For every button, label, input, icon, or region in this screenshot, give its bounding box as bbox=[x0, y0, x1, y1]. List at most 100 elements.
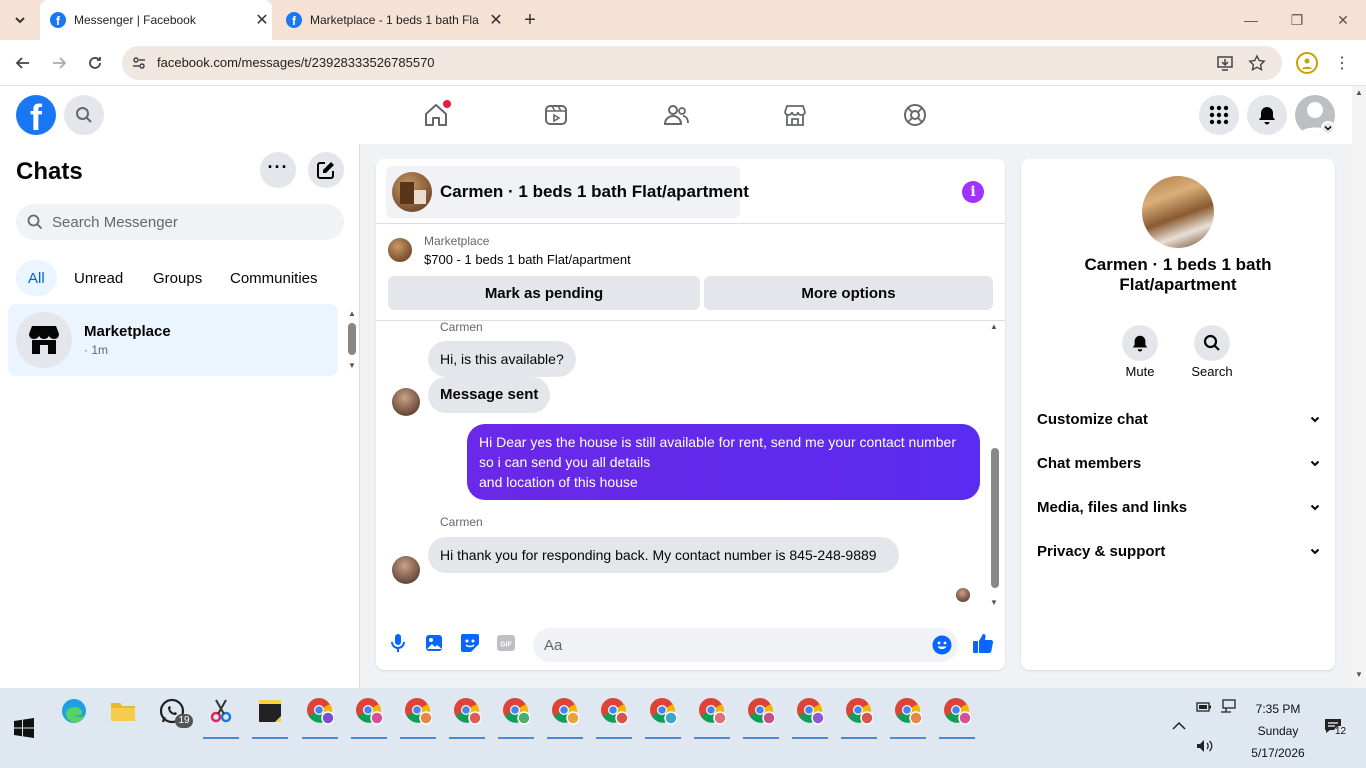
like-button[interactable] bbox=[971, 631, 995, 655]
listing-thumbnail[interactable] bbox=[388, 238, 412, 262]
restore-button[interactable]: ❐ bbox=[1274, 0, 1320, 40]
notifications-button[interactable] bbox=[1247, 95, 1287, 135]
marketplace-avatar bbox=[16, 312, 72, 368]
chat-members-section[interactable]: Chat members bbox=[1037, 443, 1321, 483]
message-bubble-incoming[interactable]: Hi thank you for responding back. My con… bbox=[428, 537, 899, 573]
taskbar-chrome-profile-1[interactable] bbox=[305, 696, 335, 726]
media-files-links-section[interactable]: Media, files and links bbox=[1037, 487, 1321, 527]
clock-date: 5/17/2026 bbox=[1251, 746, 1305, 760]
battery-icon bbox=[1196, 702, 1211, 712]
page-scrollbar[interactable]: ▲ ▼ bbox=[1352, 86, 1366, 688]
nav-marketplace[interactable] bbox=[780, 100, 810, 130]
listing-title[interactable]: $700 - 1 beds 1 bath Flat/apartment bbox=[424, 252, 631, 267]
message-bubble-outgoing[interactable]: Hi Dear yes the house is still available… bbox=[467, 424, 980, 500]
message-bubble-status[interactable]: Message sent bbox=[428, 377, 551, 413]
show-hidden-icons-button[interactable] bbox=[1172, 718, 1186, 736]
taskbar-chrome-profile-3[interactable] bbox=[403, 696, 433, 726]
message-bubble-incoming[interactable]: Hi, is this available? bbox=[428, 341, 576, 377]
message-scrollbar[interactable]: ▲ ▼ bbox=[990, 322, 1002, 612]
attach-media-button[interactable] bbox=[422, 631, 446, 655]
taskbar-sticky-notes[interactable] bbox=[255, 696, 285, 726]
taskbar-file-explorer[interactable] bbox=[108, 696, 138, 726]
browser-menu-button[interactable]: ⋮ bbox=[1334, 52, 1350, 74]
network-icon bbox=[1221, 699, 1236, 713]
mute-label: Mute bbox=[1125, 364, 1155, 379]
close-tab-icon[interactable]: ✕ bbox=[486, 10, 506, 30]
chats-title: Chats bbox=[16, 158, 83, 185]
taskbar-chrome-profile-10[interactable] bbox=[746, 696, 776, 726]
more-options-button[interactable]: More options bbox=[704, 276, 993, 310]
forward-button[interactable] bbox=[47, 51, 71, 75]
privacy-support-section[interactable]: Privacy & support bbox=[1037, 531, 1321, 571]
tab-search-button[interactable] bbox=[10, 10, 30, 30]
customize-chat-section[interactable]: Customize chat bbox=[1037, 399, 1321, 439]
reload-button[interactable] bbox=[83, 51, 107, 75]
menu-button[interactable] bbox=[1199, 95, 1239, 135]
contact-profile-picture[interactable] bbox=[1142, 176, 1214, 248]
new-message-button[interactable] bbox=[308, 152, 344, 188]
chrome-icon bbox=[944, 698, 971, 725]
site-settings-icon bbox=[133, 57, 145, 69]
minimize-button[interactable]: — bbox=[1228, 0, 1274, 40]
message-input[interactable]: Aa bbox=[533, 628, 958, 662]
facebook-search-button[interactable] bbox=[64, 95, 104, 135]
taskbar-chrome-profile-12[interactable] bbox=[844, 696, 874, 726]
taskbar-chrome-profile-2[interactable] bbox=[354, 696, 384, 726]
taskbar-chrome-profile-7[interactable] bbox=[599, 696, 629, 726]
chrome-icon bbox=[895, 698, 922, 725]
volume-tray-icon[interactable] bbox=[1196, 739, 1214, 758]
mute-button[interactable] bbox=[1122, 325, 1158, 361]
mark-as-pending-button[interactable]: Mark as pending bbox=[388, 276, 700, 310]
filter-all[interactable]: All bbox=[16, 260, 57, 296]
back-button[interactable] bbox=[11, 51, 35, 75]
install-app-icon[interactable] bbox=[1216, 54, 1234, 72]
account-dropdown-badge[interactable] bbox=[1321, 121, 1335, 135]
chat-item-marketplace[interactable]: Marketplace · 1m bbox=[8, 304, 338, 376]
sticker-button[interactable] bbox=[458, 631, 482, 655]
start-button[interactable] bbox=[14, 718, 34, 743]
filter-communities[interactable]: Communities bbox=[218, 260, 330, 296]
taskbar-chrome-profile-9[interactable] bbox=[697, 696, 727, 726]
facebook-logo[interactable]: f bbox=[16, 95, 56, 135]
nav-friends[interactable] bbox=[661, 100, 691, 130]
conversation-header[interactable]: Carmen · 1 beds 1 bath Flat/apartment bbox=[386, 166, 749, 218]
tab-messenger[interactable]: f Messenger | Facebook ✕ bbox=[40, 0, 272, 40]
taskbar-chrome-profile-8[interactable] bbox=[648, 696, 678, 726]
taskbar-whatsapp[interactable]: 19 bbox=[157, 696, 193, 728]
taskbar-chrome-profile-13[interactable] bbox=[893, 696, 923, 726]
chat-options-button[interactable]: ··· bbox=[260, 152, 296, 188]
network-tray-icon[interactable] bbox=[1220, 699, 1236, 718]
address-bar[interactable]: facebook.com/messages/t/2392833352678557… bbox=[122, 46, 1282, 80]
taskbar-snipping-tool[interactable] bbox=[206, 696, 236, 726]
taskbar-clock[interactable]: 7:35 PM Sunday 5/17/2026 bbox=[1240, 698, 1316, 764]
taskbar-edge[interactable] bbox=[59, 696, 89, 726]
notification-center-button[interactable]: 12 bbox=[1324, 718, 1348, 738]
tab-marketplace[interactable]: f Marketplace - 1 beds 1 bath Fla ✕ bbox=[276, 0, 506, 40]
nav-gaming[interactable] bbox=[900, 100, 930, 130]
taskbar-chrome-profile-6[interactable] bbox=[550, 696, 580, 726]
nav-home[interactable] bbox=[421, 100, 451, 130]
new-tab-button[interactable]: + bbox=[518, 8, 542, 32]
taskbar-chrome-profile-4[interactable] bbox=[452, 696, 482, 726]
search-messenger-input[interactable]: Search Messenger bbox=[16, 204, 344, 240]
taskbar-chrome-profile-5[interactable] bbox=[501, 696, 531, 726]
nav-video[interactable] bbox=[541, 100, 571, 130]
sidebar-scrollbar[interactable]: ▲ ▼ bbox=[346, 309, 356, 370]
tab-title: Marketplace - 1 beds 1 bath Fla bbox=[310, 13, 479, 27]
conversation-info-button[interactable]: i bbox=[962, 181, 984, 203]
section-label: Chat members bbox=[1037, 454, 1142, 472]
search-conversation-button[interactable] bbox=[1194, 325, 1230, 361]
taskbar-chrome-profile-14[interactable] bbox=[942, 696, 972, 726]
voice-clip-button[interactable] bbox=[386, 631, 410, 655]
taskbar-chrome-profile-11[interactable] bbox=[795, 696, 825, 726]
bookmark-star-icon[interactable] bbox=[1248, 54, 1266, 72]
emoji-icon[interactable] bbox=[932, 635, 952, 655]
profile-button[interactable] bbox=[1296, 52, 1318, 74]
section-label: Privacy & support bbox=[1037, 542, 1166, 560]
filter-unread[interactable]: Unread bbox=[62, 260, 135, 296]
gif-button[interactable]: GIF bbox=[494, 631, 518, 655]
filter-groups[interactable]: Groups bbox=[141, 260, 214, 296]
battery-tray-icon[interactable] bbox=[1196, 700, 1212, 718]
close-window-button[interactable]: ✕ bbox=[1320, 0, 1366, 40]
close-tab-icon[interactable]: ✕ bbox=[252, 10, 272, 30]
